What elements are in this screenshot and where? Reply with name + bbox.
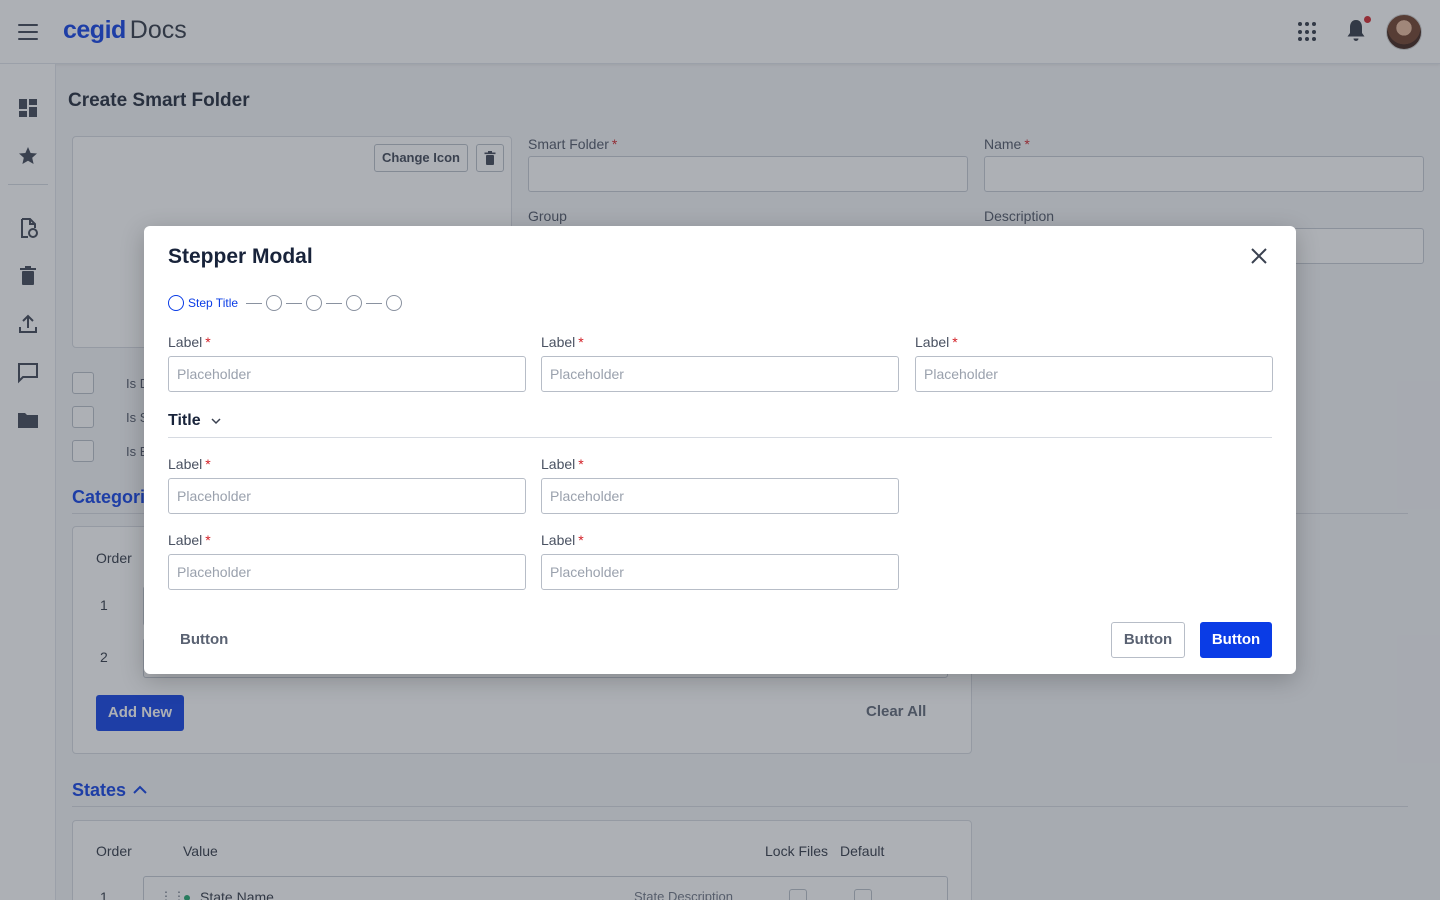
- field-label: Label *: [541, 532, 584, 548]
- field-label: Label *: [541, 334, 584, 350]
- field-label: Label *: [915, 334, 958, 350]
- modal-title: Stepper Modal: [168, 245, 313, 268]
- group-divider: [168, 437, 1272, 438]
- text-input[interactable]: [168, 554, 526, 590]
- close-icon[interactable]: [1248, 245, 1270, 267]
- text-input[interactable]: [541, 554, 899, 590]
- step-1-title[interactable]: Step Title: [188, 296, 238, 310]
- field-label: Label *: [168, 334, 211, 350]
- step-3-indicator[interactable]: [306, 295, 322, 311]
- group-title[interactable]: Title: [168, 412, 201, 430]
- stepper-modal: Stepper Modal Step Title Label* Label* L…: [144, 226, 1296, 674]
- text-input[interactable]: [168, 478, 526, 514]
- primary-button[interactable]: Button: [1200, 622, 1272, 658]
- text-input[interactable]: [541, 478, 899, 514]
- step-4-indicator[interactable]: [346, 295, 362, 311]
- step-connector: [366, 303, 382, 304]
- step-connector: [286, 303, 302, 304]
- secondary-button[interactable]: Button: [1111, 622, 1185, 658]
- step-1-indicator[interactable]: [168, 295, 184, 311]
- ghost-button[interactable]: Button: [168, 622, 240, 658]
- field-label: Label *: [168, 456, 211, 472]
- step-5-indicator[interactable]: [386, 295, 402, 311]
- field-label: Label *: [541, 456, 584, 472]
- field-label: Label *: [168, 532, 211, 548]
- step-connector: [326, 303, 342, 304]
- chevron-down-icon[interactable]: [210, 416, 222, 426]
- text-input[interactable]: [168, 356, 526, 392]
- step-2-indicator[interactable]: [266, 295, 282, 311]
- step-connector: [246, 303, 262, 304]
- text-input[interactable]: [915, 356, 1273, 392]
- text-input[interactable]: [541, 356, 899, 392]
